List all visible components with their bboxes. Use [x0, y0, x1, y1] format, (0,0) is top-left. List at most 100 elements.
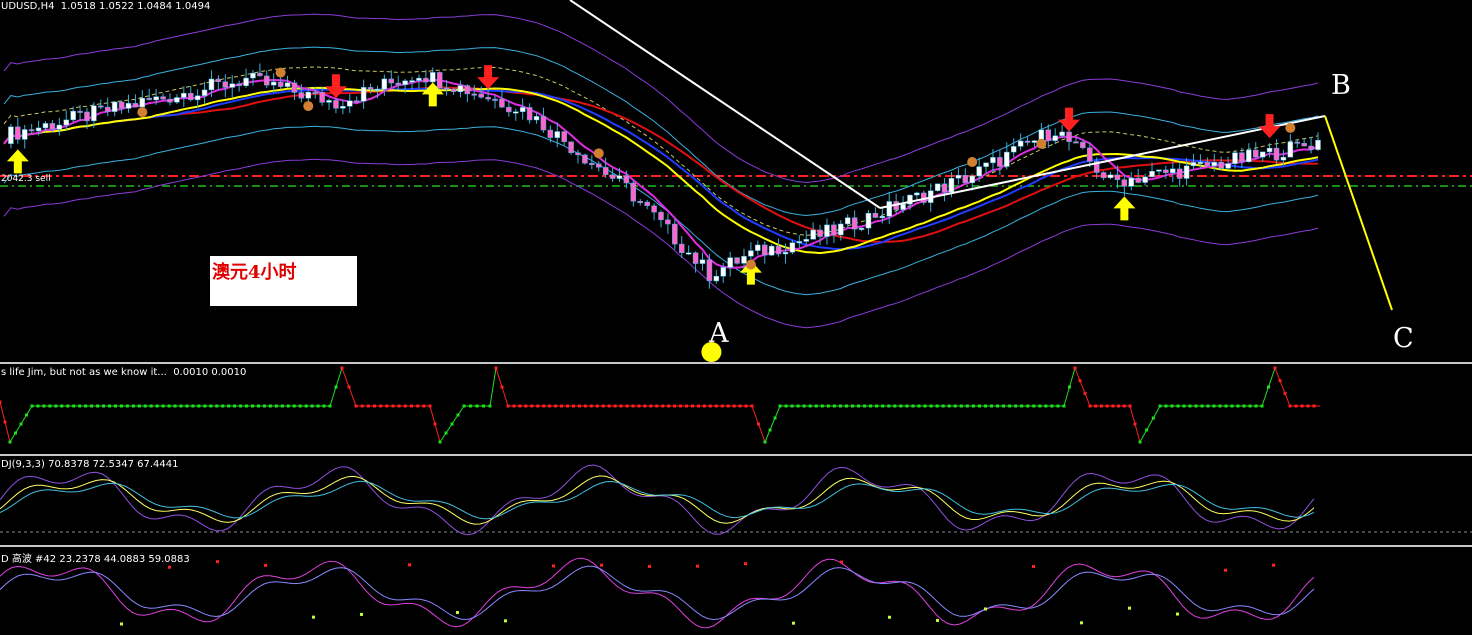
step-dot [469, 404, 472, 408]
candle-body [1211, 161, 1218, 167]
step-dot [1151, 416, 1155, 420]
step-dot [631, 404, 635, 408]
step-dot [506, 404, 510, 408]
step-dot [3, 420, 7, 424]
step-dot [1260, 404, 1264, 408]
candle-body [561, 131, 567, 143]
indicator-3-main-line [0, 557, 1315, 629]
step-dot [1038, 404, 1042, 408]
candle-body [305, 91, 312, 99]
step-dot [667, 404, 671, 408]
candle-body [513, 111, 519, 114]
step-dot [1032, 404, 1036, 408]
step-dot [340, 366, 344, 370]
step-dot [1068, 385, 1071, 389]
step-dot [161, 404, 165, 408]
candle-body [63, 119, 69, 126]
step-dot [456, 413, 460, 417]
candle-body [865, 213, 872, 229]
sell-arrow-icon [324, 74, 347, 99]
candle-body [554, 131, 561, 138]
step-dot [637, 404, 641, 408]
step-dot [410, 404, 413, 408]
candle-body [250, 72, 256, 79]
wave-label-a: A [709, 318, 729, 349]
step-dot [113, 404, 117, 408]
step-dot [1182, 404, 1186, 408]
price-pane[interactable]: UDUSD,H4 1.0518 1.0522 1.0484 1.0494 204… [0, 0, 1472, 362]
step-dot [1224, 404, 1228, 408]
step-dot [334, 385, 338, 389]
step-dot [1145, 428, 1149, 432]
candle-body [1190, 162, 1197, 167]
candle-body [416, 77, 422, 81]
step-dot [397, 404, 401, 408]
candle-body [1156, 169, 1162, 172]
step-dot [354, 404, 358, 408]
step-dot [702, 404, 706, 408]
step-dot [90, 404, 94, 408]
step-dot [838, 404, 842, 408]
candle-body [540, 116, 547, 131]
candle-body [264, 75, 270, 86]
step-dot [1078, 379, 1082, 383]
step-dot [286, 404, 290, 408]
candle-body [699, 259, 706, 264]
d-line [0, 480, 1315, 520]
candle-body [1004, 151, 1010, 167]
candle-body [15, 126, 21, 140]
step-dot [143, 404, 147, 408]
trough-marker [936, 618, 939, 622]
fractal-dot-icon [303, 101, 314, 112]
candle-body [983, 162, 989, 167]
indicator-pane-1[interactable]: s life Jim, but not as we know it... 0.0… [0, 364, 1472, 454]
candle-body [1121, 179, 1128, 187]
candle-body [1183, 165, 1190, 179]
step-dot [1170, 404, 1174, 408]
candle-body [533, 116, 540, 121]
candle-body [506, 106, 512, 113]
candle-body [672, 223, 678, 245]
peak-marker [1224, 568, 1227, 572]
step-dot [1083, 391, 1087, 395]
candle-body [492, 98, 498, 101]
indicator-pane-3[interactable]: D 高波 #42 23.2378 44.0883 59.0883 [0, 547, 1472, 635]
candle-body [208, 78, 215, 91]
candle-body [526, 107, 533, 121]
step-dot [1002, 404, 1006, 408]
step-dot [1014, 404, 1018, 408]
step-dot [191, 404, 195, 408]
candle-body [111, 101, 118, 112]
step-dot [304, 404, 308, 408]
step-dot [1176, 404, 1180, 408]
candle-body [450, 88, 457, 93]
step-dot [917, 404, 921, 408]
candle-body [692, 252, 699, 264]
step-dot [941, 404, 945, 408]
trough-marker [888, 615, 891, 619]
step-dot [696, 404, 700, 408]
step-dot [280, 404, 284, 408]
step-dot [530, 404, 534, 408]
candle-body [409, 80, 415, 83]
peak-marker [264, 563, 267, 567]
step-dot [571, 404, 575, 408]
step-dot [720, 404, 724, 408]
indicator-pane-2[interactable]: DJ(9,3,3) 70.8378 72.5347 67.4441 [0, 456, 1472, 545]
step-dot [360, 404, 364, 408]
step-dot [708, 404, 712, 408]
candle-body [1176, 168, 1183, 179]
step-dot [328, 404, 332, 408]
candle-body [886, 201, 892, 217]
step-dot [1128, 404, 1132, 408]
step-dot [1138, 440, 1142, 444]
candle-body [1253, 149, 1259, 158]
step-dot [251, 404, 255, 408]
step-dot [989, 404, 993, 408]
indicator-3-title: D 高波 #42 23.2378 44.0883 59.0883 [1, 554, 190, 565]
step-dot [203, 404, 207, 408]
candle-body [1259, 151, 1266, 158]
lower-band [3, 158, 1319, 329]
step-dot [744, 404, 748, 408]
step-segment [764, 405, 781, 443]
